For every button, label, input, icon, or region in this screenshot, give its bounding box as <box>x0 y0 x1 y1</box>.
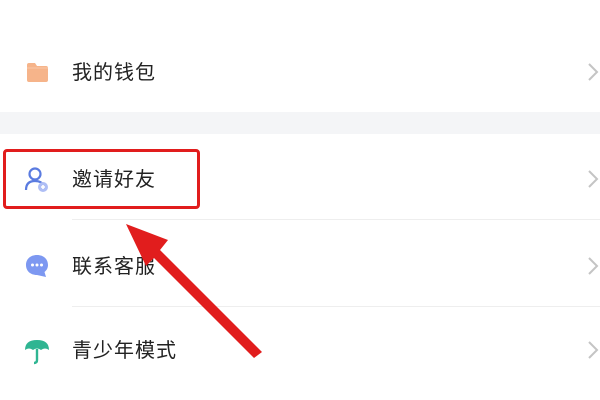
row-divider <box>72 219 600 220</box>
menu-item-label: 联系客服 <box>72 254 156 278</box>
menu-item-wallet[interactable]: 我的钱包 <box>0 44 600 100</box>
chevron-right-icon <box>588 257 599 275</box>
row-divider <box>72 306 600 307</box>
menu-item-youth-mode[interactable]: 青少年模式 <box>0 322 600 378</box>
chevron-right-icon <box>588 341 599 359</box>
customer-service-icon <box>26 255 48 277</box>
chevron-right-icon <box>588 63 599 81</box>
menu-item-label: 青少年模式 <box>72 338 177 362</box>
menu-screen: 我的钱包 邀请好友 联系客服 青少年模式 <box>0 0 600 400</box>
section-separator <box>0 112 600 134</box>
chevron-right-icon <box>588 170 599 188</box>
highlight-box <box>3 149 200 209</box>
youth-mode-icon <box>25 340 49 365</box>
menu-item-customer-service[interactable]: 联系客服 <box>0 238 600 294</box>
menu-item-label: 我的钱包 <box>72 60 156 84</box>
wallet-icon <box>27 63 48 82</box>
